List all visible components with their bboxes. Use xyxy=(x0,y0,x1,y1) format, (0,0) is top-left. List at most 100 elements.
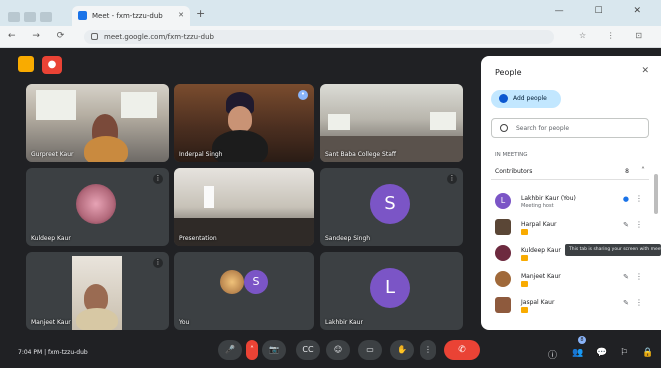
participant-role: Meeting host xyxy=(521,203,554,209)
participant-avatar xyxy=(495,271,511,287)
emoji-button[interactable]: ☺ xyxy=(326,340,350,360)
panel-scrollbar[interactable] xyxy=(654,174,658,214)
speaking-indicator-icon: • xyxy=(298,90,308,100)
mic-options-chevron-icon[interactable]: ˄ xyxy=(246,340,258,360)
participant-avatar: S xyxy=(370,184,410,224)
participant-tile[interactable]: S ⋮ Sandeep Singh xyxy=(320,168,463,246)
more-options-icon[interactable]: ⋮ xyxy=(153,174,163,184)
more-options-icon[interactable]: ⋮ xyxy=(635,220,643,229)
participant-name: Jaspal Kaur xyxy=(521,299,555,306)
participant-row[interactable]: Harpal Kaur ✎ ⋮ xyxy=(491,216,649,240)
meeting-time-code: 7:04 PM | fxm-tzzu-dub xyxy=(18,349,88,356)
people-count-badge: 8 xyxy=(578,336,586,344)
participant-tile[interactable]: Sant Baba College Staff xyxy=(320,84,463,162)
people-icon[interactable]: 👥 xyxy=(572,348,583,358)
participant-tile[interactable]: Gurpreet Kaur xyxy=(26,84,169,162)
browser-nav-buttons[interactable]: ← → ⟳ xyxy=(8,31,71,41)
browser-window-icons xyxy=(8,7,64,22)
browser-toolbar-icons[interactable]: ☆ ⋮ ⊡ xyxy=(579,31,651,40)
participant-name: Manjeet Kaur xyxy=(31,319,71,326)
participant-name: Inderpal Singh xyxy=(179,151,223,158)
lock-icon xyxy=(91,33,98,40)
participant-name: Sant Baba College Staff xyxy=(325,151,396,158)
more-options-icon[interactable]: ⋮ xyxy=(635,194,643,203)
meet-favicon-icon xyxy=(78,11,87,20)
people-panel: People ✕ Add people Search for people IN… xyxy=(481,56,661,330)
participant-name: Sandeep Singh xyxy=(325,235,371,242)
participant-avatar: L xyxy=(495,193,511,209)
participant-name: Harpal Kaur xyxy=(521,221,557,228)
group-count: 8 xyxy=(625,168,629,175)
participant-name: You xyxy=(179,319,190,326)
add-people-button[interactable]: Add people xyxy=(491,90,561,108)
screen-share-tooltip: This tab is sharing your screen with mee… xyxy=(565,244,661,256)
participant-avatar xyxy=(495,219,511,235)
url-text: meet.google.com/fxm-tzzu-dub xyxy=(104,33,214,41)
section-label: IN MEETING xyxy=(495,152,528,158)
meet-logo-icon xyxy=(18,56,34,72)
mic-off-icon[interactable]: ✎ xyxy=(623,299,629,307)
more-options-icon[interactable]: ⋮ xyxy=(447,174,457,184)
raised-hand-icon xyxy=(521,229,528,235)
url-field[interactable]: meet.google.com/fxm-tzzu-dub xyxy=(84,30,554,44)
participant-name: Kuldeep Kaur xyxy=(31,235,71,242)
chevron-up-icon[interactable]: ˄ xyxy=(641,166,645,175)
captions-button[interactable]: CC xyxy=(296,340,320,360)
panel-title: People xyxy=(495,68,522,77)
browser-tab-strip: Meet - fxm-tzzu-dub ✕ + — ☐ ✕ xyxy=(0,0,661,26)
raised-hand-icon xyxy=(521,281,528,287)
participant-tile[interactable]: L Lakhbir Kaur xyxy=(320,252,463,330)
participant-name: Gurpreet Kaur xyxy=(31,151,74,158)
participant-avatar xyxy=(495,297,511,313)
video-feed xyxy=(72,256,122,330)
meeting-info-icon[interactable]: ⓘ xyxy=(548,348,557,361)
contributors-group[interactable]: Contributors 8 ˄ xyxy=(491,164,649,180)
chat-icon[interactable]: 💬 xyxy=(596,348,607,358)
speaking-icon: ● xyxy=(622,195,629,203)
recording-indicator-icon[interactable]: ● xyxy=(42,56,62,74)
more-options-icon[interactable]: ⋮ xyxy=(153,258,163,268)
participant-name: Lakhbir Kaur xyxy=(325,319,363,326)
tab-close-icon[interactable]: ✕ xyxy=(178,11,184,19)
participant-avatar-initial: S xyxy=(244,270,268,294)
more-options-button[interactable]: ⋮ xyxy=(420,340,436,360)
raise-hand-button[interactable]: ✋ xyxy=(390,340,414,360)
host-controls-icon[interactable]: 🔒 xyxy=(642,348,653,358)
participant-row[interactable]: Manjeet Kaur ✎ ⋮ xyxy=(491,268,649,292)
participant-avatar xyxy=(220,270,244,294)
add-person-icon xyxy=(499,94,508,103)
group-label: Contributors xyxy=(495,168,533,175)
raised-hand-icon xyxy=(521,255,528,261)
participant-name: Kuldeep Kaur xyxy=(521,247,561,254)
search-placeholder: Search for people xyxy=(516,125,570,132)
browser-tab-meet[interactable]: Meet - fxm-tzzu-dub ✕ xyxy=(72,6,190,26)
activities-icon[interactable]: ⚐ xyxy=(620,348,628,358)
participant-tile[interactable]: S You xyxy=(174,252,314,330)
mic-off-icon[interactable]: ✎ xyxy=(623,273,629,281)
more-options-icon[interactable]: ⋮ xyxy=(635,298,643,307)
participant-tile[interactable]: ⋮ Kuldeep Kaur xyxy=(26,168,169,246)
participant-avatar: L xyxy=(370,268,410,308)
new-tab-plus-icon[interactable]: + xyxy=(196,7,205,20)
presentation-tile[interactable]: Presentation xyxy=(174,168,314,246)
participant-name: Manjeet Kaur xyxy=(521,273,561,280)
search-people-input[interactable]: Search for people xyxy=(491,118,649,138)
add-people-label: Add people xyxy=(513,95,547,102)
participant-row[interactable]: L Lakhbir Kaur (You) Meeting host ● ⋮ xyxy=(491,190,649,214)
mic-off-icon[interactable]: ✎ xyxy=(623,221,629,229)
raised-hand-icon xyxy=(521,307,528,313)
end-call-button[interactable]: ✆ xyxy=(444,340,480,360)
participant-row[interactable]: Jaspal Kaur ✎ ⋮ xyxy=(491,294,649,318)
present-button[interactable]: ▭ xyxy=(358,340,382,360)
browser-address-bar: ← → ⟳ meet.google.com/fxm-tzzu-dub ☆ ⋮ ⊡ xyxy=(0,26,661,48)
mic-button[interactable]: 🎤 xyxy=(218,340,242,360)
camera-button[interactable]: 📷 xyxy=(262,340,286,360)
participant-avatar xyxy=(495,245,511,261)
close-icon[interactable]: ✕ xyxy=(641,66,649,76)
participant-tile[interactable]: • Inderpal Singh xyxy=(174,84,314,162)
more-options-icon[interactable]: ⋮ xyxy=(635,272,643,281)
window-controls[interactable]: — ☐ ✕ xyxy=(555,6,655,16)
tab-title: Meet - fxm-tzzu-dub xyxy=(92,12,163,20)
participant-tile[interactable]: ⋮ Manjeet Kaur xyxy=(26,252,169,330)
search-icon xyxy=(500,124,508,132)
